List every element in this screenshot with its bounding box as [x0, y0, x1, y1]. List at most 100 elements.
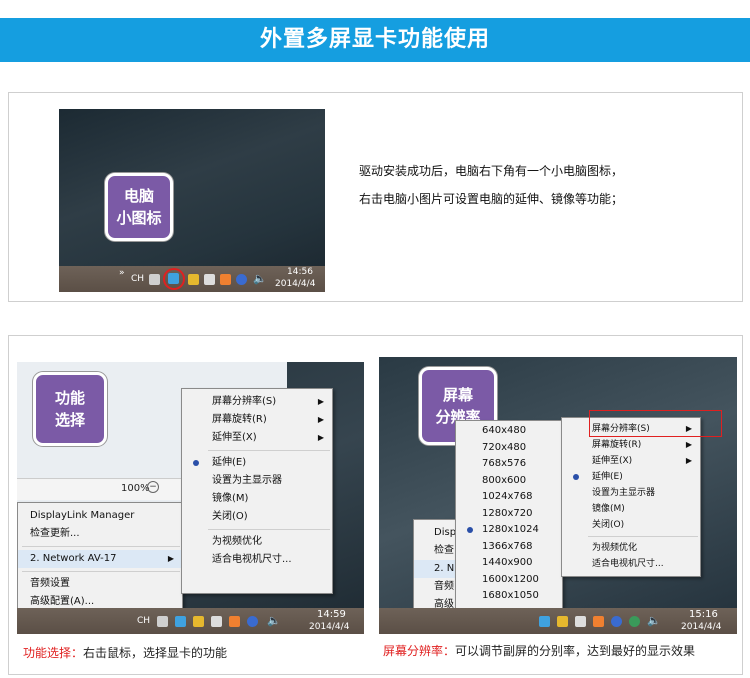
clock-date[interactable]: 2014/4/4	[681, 622, 721, 632]
menu-item-off[interactable]: 关闭(O)	[182, 508, 332, 526]
menu-item-resolution[interactable]: 屏幕分辨率(S) ▶	[182, 393, 332, 411]
menu-item-extend-to[interactable]: 延伸至(X) ▶	[182, 429, 332, 447]
description-line-2: 右击电脑小图片可设置电脑的延伸、镜像等功能；	[359, 192, 624, 206]
menu-item-extend[interactable]: 延伸(E)	[182, 454, 332, 472]
language-indicator[interactable]: CH	[137, 616, 150, 626]
resolution-option-selected[interactable]: 1280x1024	[456, 522, 562, 539]
menu-item-off[interactable]: 关闭(O)	[562, 517, 700, 533]
resolution-option[interactable]: 1024x768	[456, 489, 562, 506]
desktop-screenshot: 电脑 小图标 » CH 🔈 14:56 2014/4/4	[59, 109, 325, 292]
submenu-arrow-icon: ▶	[317, 397, 324, 406]
app-icon[interactable]	[557, 616, 568, 627]
menu-separator	[208, 450, 330, 451]
menu-item-mirror[interactable]: 镜像(M)	[182, 490, 332, 508]
flag-icon[interactable]	[211, 616, 222, 627]
submenu-arrow-icon: ▶	[317, 415, 324, 424]
zoom-out-icon[interactable]: −	[147, 481, 159, 493]
menu-separator	[22, 571, 180, 572]
menu-item-label: 屏幕分辨率(S)	[212, 396, 277, 407]
menu-item-audio-settings[interactable]: 音频	[414, 578, 456, 596]
taskbar: 🔈 15:16 2014/4/4	[379, 608, 737, 634]
resolution-option[interactable]: 1600x1200	[456, 572, 562, 589]
page-title: 外置多屏显卡功能使用	[0, 18, 750, 62]
display-submenu: 屏幕分辨率(S) ▶ 屏幕旋转(R) ▶ 延伸至(X) ▶ 延伸(E) 设置为主显示器…	[181, 388, 333, 594]
resolution-option[interactable]: 1366x768	[456, 539, 562, 556]
bubble-line-1: 屏幕	[442, 386, 473, 404]
resolution-option[interactable]: 720x480	[456, 440, 562, 457]
menu-item-mirror[interactable]: 镜像(M)	[562, 501, 700, 517]
menu-item-video-optimize[interactable]: 为视频优化	[562, 540, 700, 556]
caption-text: 可以调节副屏的分别率，达到最好的显示效果	[455, 644, 696, 658]
app-icon[interactable]	[193, 616, 204, 627]
menu-item-displaylink-manager[interactable]: Disp	[414, 524, 456, 542]
caption-resolution: 屏幕分辨率：可以调节副屏的分别率，达到最好的显示效果	[383, 642, 695, 659]
resolution-screenshot: 屏幕 分辨率 Disp 检查 2. N 音频 高级 640x480 720x48…	[379, 357, 737, 634]
network-icon[interactable]	[611, 616, 622, 627]
menu-item-label: 延伸(E)	[592, 472, 623, 482]
resolution-list: 640x480 720x480 768x576 800x600 1024x768…	[455, 420, 563, 620]
flag-icon[interactable]	[575, 616, 586, 627]
menu-item-network-av[interactable]: 2. N	[414, 560, 456, 578]
selected-radio-icon	[193, 460, 199, 466]
resolution-option[interactable]: 1680x1050	[456, 588, 562, 605]
language-indicator[interactable]: CH	[131, 274, 144, 284]
menu-item-rotation[interactable]: 屏幕旋转(R) ▶	[182, 411, 332, 429]
menu-item-check-updates[interactable]: 检查更新...	[18, 525, 182, 543]
clock-time[interactable]: 14:56	[287, 267, 313, 277]
menu-separator	[588, 536, 698, 537]
resolution-option[interactable]: 800x600	[456, 473, 562, 490]
menu-item-label: 2. Network AV-17	[30, 553, 117, 564]
clock-date[interactable]: 2014/4/4	[275, 279, 315, 289]
warning-icon[interactable]	[220, 274, 231, 285]
network-icon[interactable]	[236, 274, 247, 285]
volume-icon[interactable]: 🔈	[267, 614, 281, 627]
menu-item-label: 屏幕旋转(R)	[212, 414, 267, 425]
bubble-line-1: 电脑	[123, 187, 154, 205]
menu-item-video-optimize[interactable]: 为视频优化	[182, 533, 332, 551]
resolution-option[interactable]: 1440x900	[456, 555, 562, 572]
clock-date[interactable]: 2014/4/4	[309, 622, 349, 632]
menu-item-rotation[interactable]: 屏幕旋转(R) ▶	[562, 437, 700, 453]
keyboard-icon[interactable]	[157, 616, 168, 627]
taskbar: » CH 🔈 14:56 2014/4/4	[59, 266, 325, 292]
menu-item-set-primary[interactable]: 设置为主显示器	[562, 485, 700, 501]
tray-overflow-icon[interactable]: »	[119, 268, 125, 278]
displaylink-monitor-icon[interactable]	[539, 616, 550, 627]
submenu-arrow-icon: ▶	[317, 433, 324, 442]
menu-separator	[208, 529, 330, 530]
resolution-option[interactable]: 1280x720	[456, 506, 562, 523]
volume-icon[interactable]: 🔈	[253, 272, 267, 285]
network-icon[interactable]	[247, 616, 258, 627]
bubble-line-1: 功能	[54, 389, 85, 407]
menu-item-displaylink-manager[interactable]: DisplayLink Manager	[18, 507, 182, 525]
displaylink-monitor-icon[interactable]	[175, 616, 186, 627]
volume-icon[interactable]: 🔈	[647, 614, 661, 627]
highlight-box	[589, 410, 722, 437]
resolution-option[interactable]: 640x480	[456, 423, 562, 440]
menu-item-check-updates[interactable]: 检查	[414, 542, 456, 560]
clock-time[interactable]: 14:59	[317, 609, 346, 620]
warning-icon[interactable]	[229, 616, 240, 627]
menu-item-set-primary[interactable]: 设置为主显示器	[182, 472, 332, 490]
zoom-level[interactable]: 100%	[121, 483, 150, 494]
menu-item-extend[interactable]: 延伸(E)	[562, 469, 700, 485]
keyboard-icon[interactable]	[149, 274, 160, 285]
menu-item-extend-to[interactable]: 延伸至(X) ▶	[562, 453, 700, 469]
menu-item-label: 延伸至(X)	[592, 456, 633, 466]
menu-item-network-av[interactable]: 2. Network AV-17 ▶	[18, 550, 182, 568]
clock-time[interactable]: 15:16	[689, 609, 718, 620]
flag-icon[interactable]	[204, 274, 215, 285]
caption-text: 右击鼠标，选择显卡的功能	[83, 646, 228, 660]
menu-item-fit-tv[interactable]: 适合电视机尺寸...	[182, 551, 332, 569]
submenu-arrow-icon: ▶	[685, 456, 692, 465]
app-icon[interactable]	[188, 274, 199, 285]
menu-item-audio-settings[interactable]: 音频设置	[18, 575, 182, 593]
resolution-option[interactable]: 768x576	[456, 456, 562, 473]
displaylink-monitor-icon[interactable]	[168, 273, 179, 284]
callout-bubble: 功能 选择	[33, 372, 107, 446]
app2-icon[interactable]	[629, 616, 640, 627]
caption-label: 屏幕分辨率：	[383, 644, 456, 658]
warning-icon[interactable]	[593, 616, 604, 627]
context-menu-partial: Disp 检查 2. N 音频 高级	[413, 519, 457, 615]
menu-item-fit-tv[interactable]: 适合电视机尺寸...	[562, 556, 700, 572]
